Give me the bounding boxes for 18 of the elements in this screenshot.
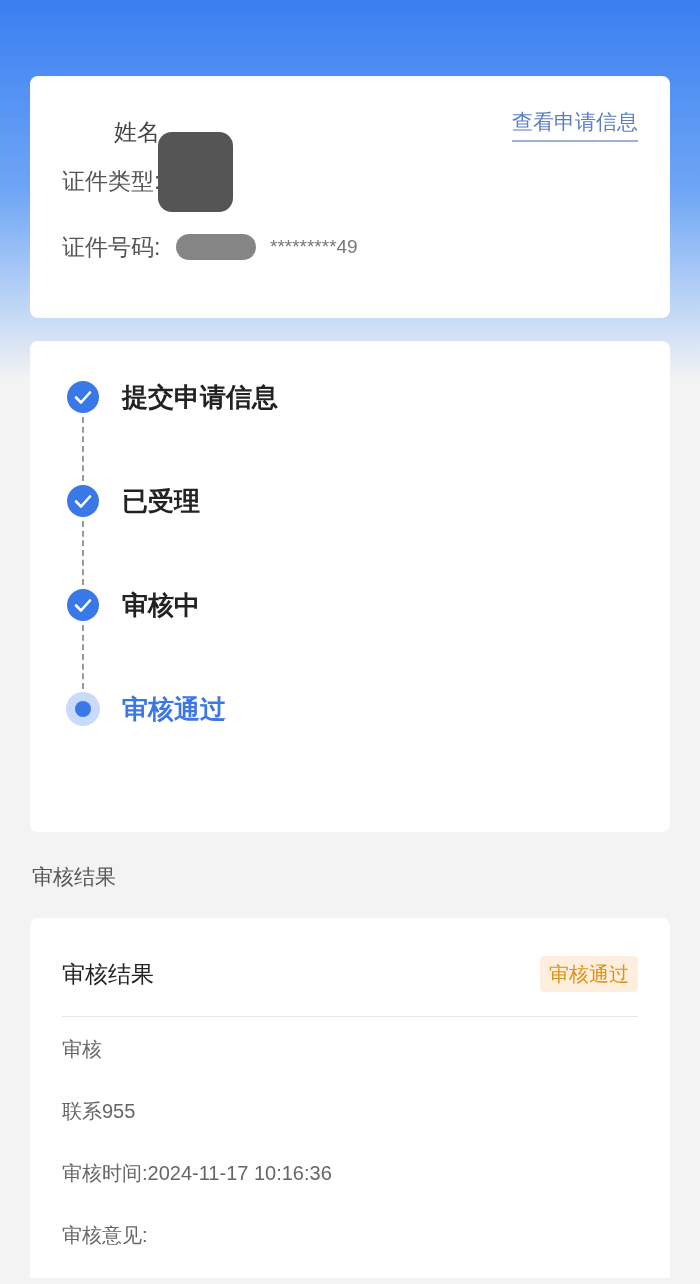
field-label: 证件类型:	[62, 166, 162, 196]
info-value: 2024-11-17 10:16:36	[147, 1161, 332, 1186]
step-label: 已受理	[122, 484, 200, 518]
section-title: 审核结果	[32, 864, 117, 890]
field-label: 证件号码:	[62, 232, 162, 262]
info-label: 审核时间:	[62, 1161, 148, 1186]
step-label: 审核通过	[122, 692, 226, 726]
status-badge: 审核通过	[540, 956, 638, 992]
info-value: 955	[102, 1099, 136, 1124]
view-application-link[interactable]: 查看申请信息	[512, 106, 638, 142]
step-label: 审核中	[122, 588, 200, 622]
info-label: 审核意见:	[62, 1223, 148, 1248]
field-value: *********49	[270, 234, 358, 259]
step-label: 提交申请信息	[122, 380, 278, 414]
result-title: 审核结果	[62, 959, 154, 989]
info-label: 联系	[62, 1099, 102, 1124]
info-label: 审核	[62, 1037, 102, 1062]
name-label: 姓名	[114, 117, 160, 147]
